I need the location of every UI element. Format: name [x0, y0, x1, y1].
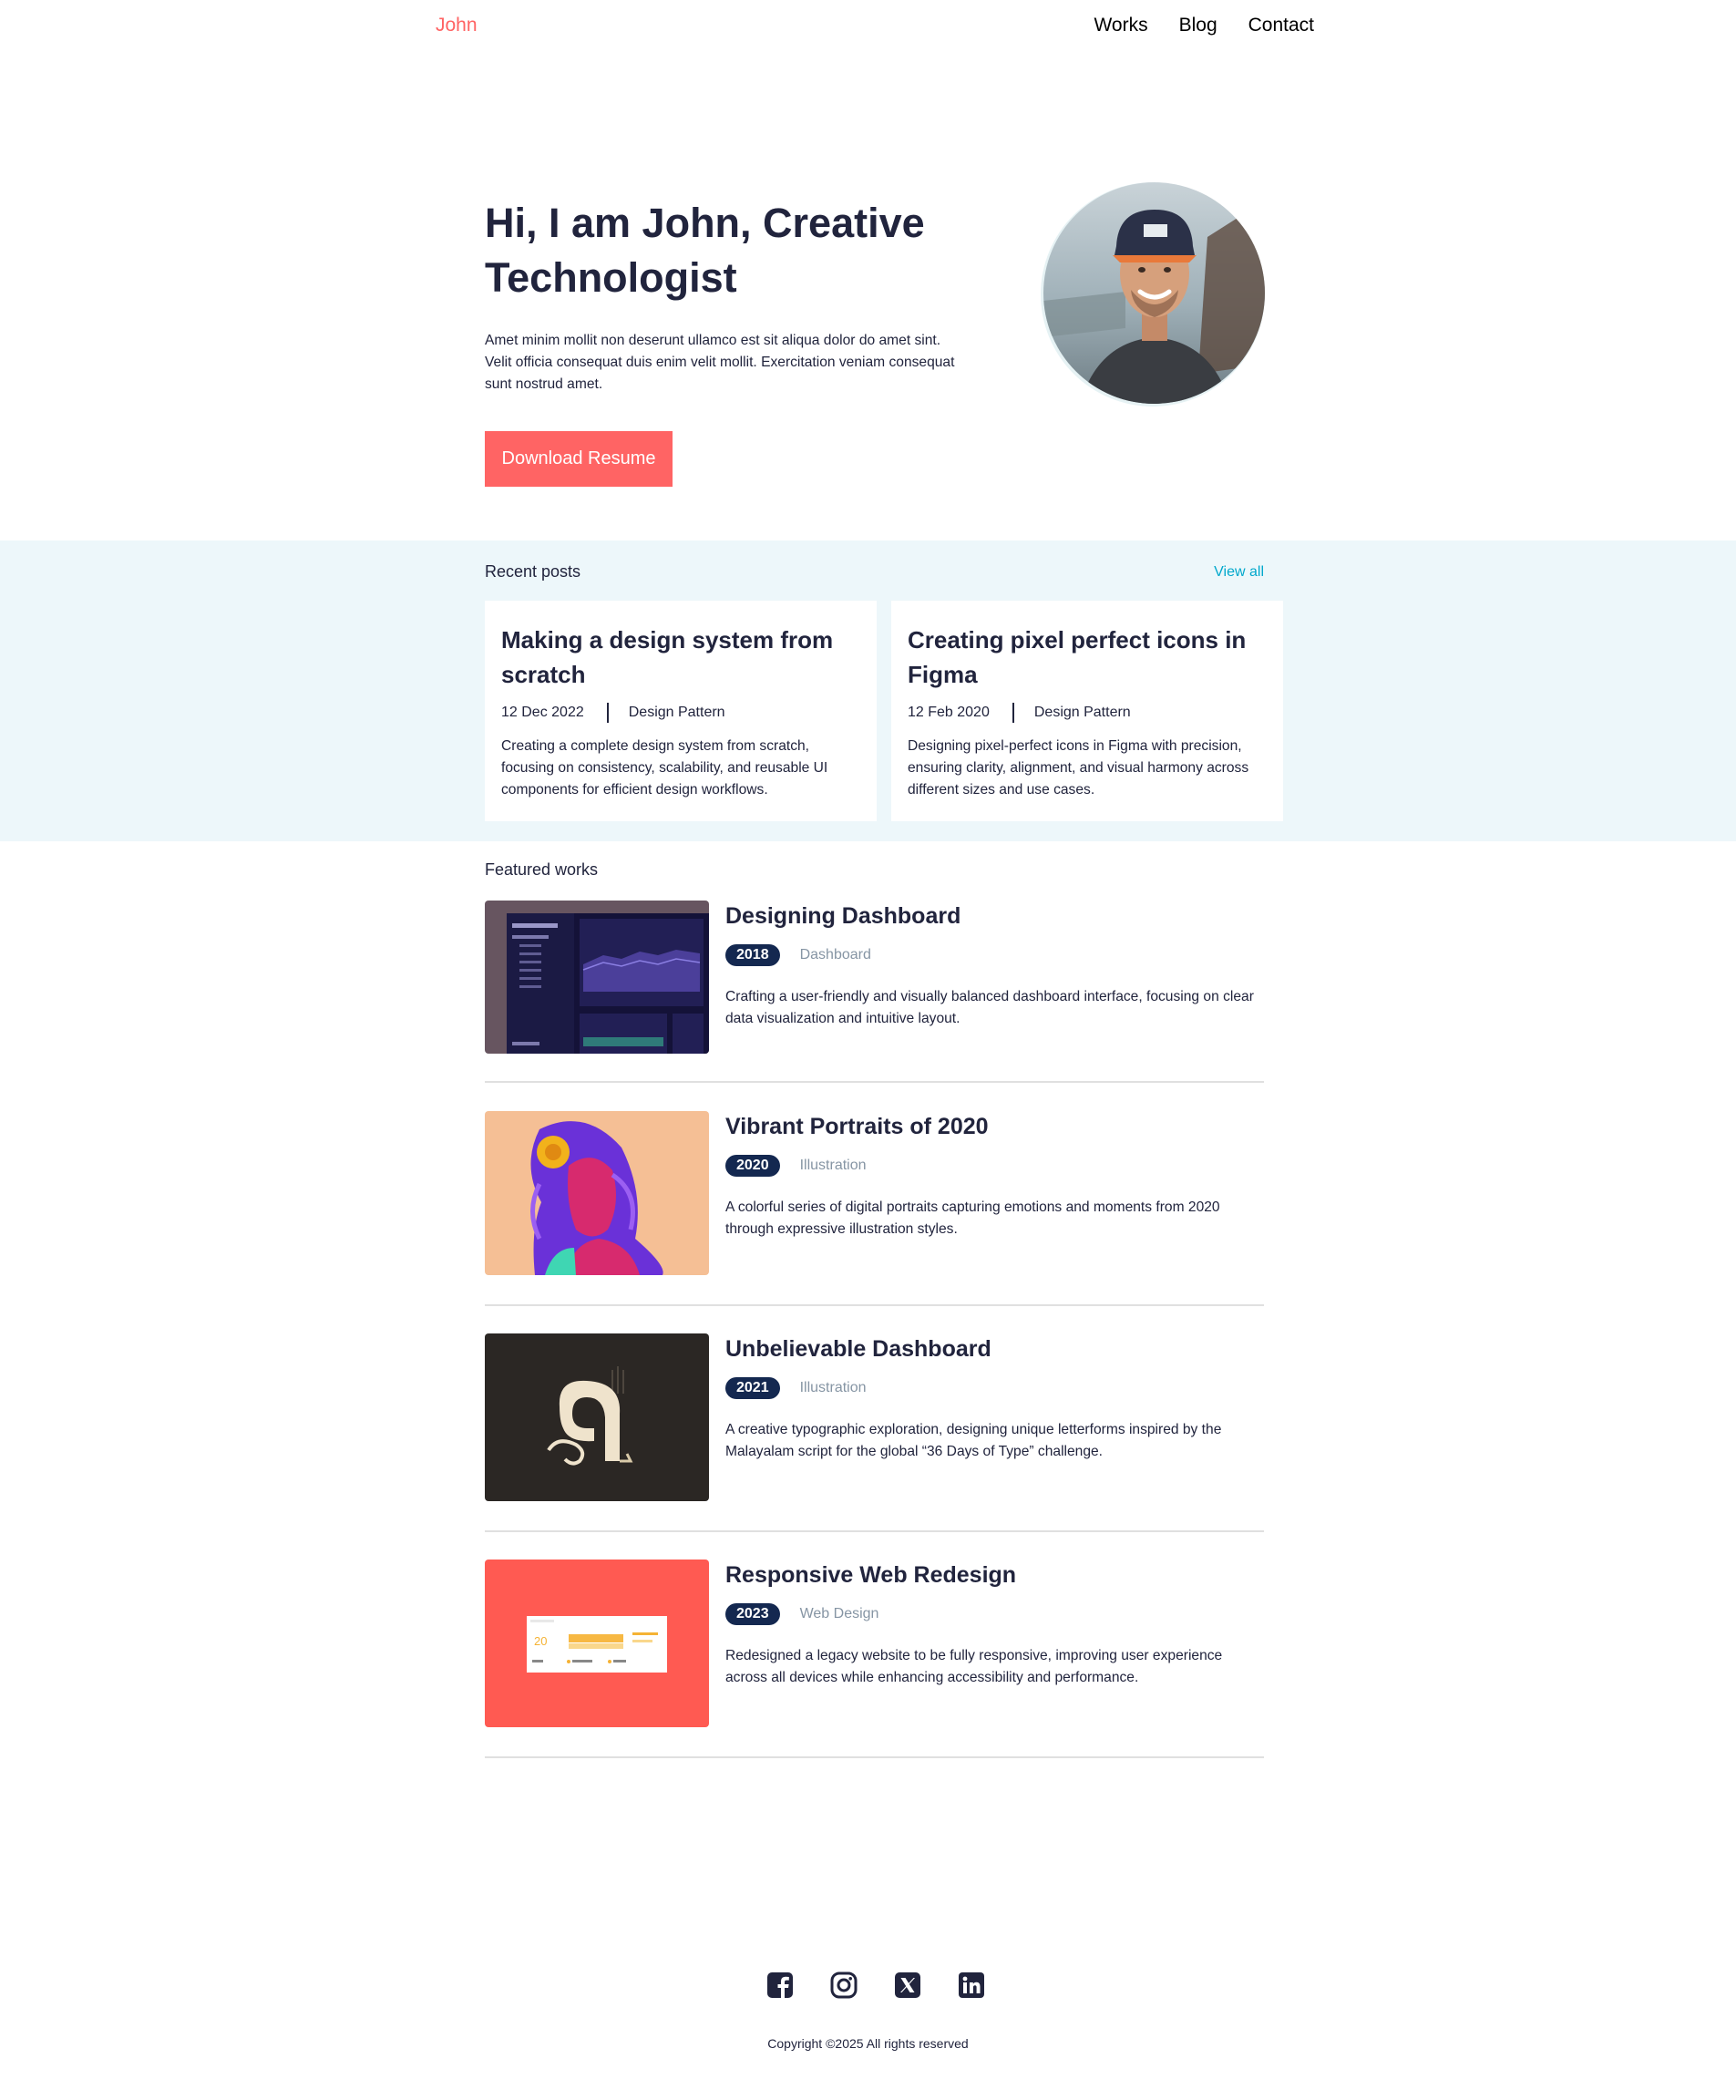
- year-badge: 2023: [725, 1603, 780, 1625]
- post-date: 12 Feb 2020: [908, 705, 990, 720]
- work-thumbnail-web-redesign[interactable]: 20: [485, 1560, 709, 1727]
- copyright-text: Copyright ©2025 All rights reserved: [767, 2036, 969, 2051]
- work-tags: 2021 Illustration: [725, 1377, 1263, 1399]
- recent-posts-section: Recent posts View all Making a design sy…: [0, 540, 1736, 841]
- view-all-link[interactable]: View all: [1214, 564, 1264, 581]
- work-description: A colorful series of digital portraits c…: [725, 1199, 1220, 1237]
- hero-title: Hi, I am John, Creative Technologist: [485, 200, 925, 301]
- work-title[interactable]: Unbelievable Dashboard: [725, 1333, 1263, 1364]
- post-excerpt: Designing pixel-perfect icons in Figma w…: [908, 738, 1249, 798]
- work-info: Vibrant Portraits of 2020 2020 Illustrat…: [725, 1111, 1263, 1240]
- work-category: Web Design: [799, 1606, 879, 1621]
- x-icon[interactable]: [893, 1971, 922, 2000]
- svg-text:20: 20: [534, 1634, 547, 1648]
- facebook-icon[interactable]: [765, 1971, 795, 2000]
- work-thumbnail-dashboard[interactable]: [485, 901, 709, 1054]
- work-category: Illustration: [799, 1380, 867, 1395]
- hero-section: Hi, I am John, Creative Technologist Ame…: [485, 182, 1265, 501]
- work-info: Unbelievable Dashboard 2021 Illustration…: [725, 1333, 1263, 1463]
- work-info: Responsive Web Redesign 2023 Web Design …: [725, 1560, 1263, 1689]
- year-badge: 2020: [725, 1155, 780, 1177]
- post-meta: 12 Dec 2022 Design Pattern: [501, 703, 860, 723]
- work-info: Designing Dashboard 2018 Dashboard Craft…: [725, 901, 1263, 1030]
- work-item[interactable]: Vibrant Portraits of 2020 2020 Illustrat…: [485, 1111, 1264, 1306]
- meta-divider: [606, 703, 609, 723]
- recent-posts-heading: Recent posts: [485, 562, 581, 581]
- main-nav: Works Blog Contact: [1094, 15, 1314, 36]
- post-category: Design Pattern: [628, 705, 725, 720]
- work-tags: 2023 Web Design: [725, 1603, 1263, 1625]
- post-card[interactable]: Making a design system from scratch 12 D…: [485, 601, 877, 821]
- work-tags: 2020 Illustration: [725, 1155, 1263, 1177]
- site-header: John Works Blog Contact: [0, 0, 1736, 55]
- post-meta: 12 Feb 2020 Design Pattern: [908, 703, 1267, 723]
- work-title[interactable]: Vibrant Portraits of 2020: [725, 1111, 1263, 1142]
- work-description: Redesigned a legacy website to be fully …: [725, 1648, 1223, 1685]
- year-badge: 2018: [725, 944, 780, 966]
- work-description: Crafting a user-friendly and visually ba…: [725, 989, 1254, 1026]
- avatar-ring: [1041, 182, 1265, 407]
- work-thumbnail-typography[interactable]: [485, 1333, 709, 1501]
- download-resume-button[interactable]: Download Resume: [485, 431, 673, 487]
- work-item[interactable]: Designing Dashboard 2018 Dashboard Craft…: [485, 901, 1264, 1083]
- year-badge: 2021: [725, 1377, 780, 1399]
- post-title[interactable]: Creating pixel perfect icons in Figma: [908, 623, 1267, 692]
- post-title[interactable]: Making a design system from scratch: [501, 623, 860, 692]
- post-card[interactable]: Creating pixel perfect icons in Figma 12…: [891, 601, 1283, 821]
- meta-divider: [1012, 703, 1014, 723]
- work-title[interactable]: Responsive Web Redesign: [725, 1560, 1263, 1590]
- work-item[interactable]: Unbelievable Dashboard 2021 Illustration…: [485, 1333, 1264, 1532]
- linkedin-icon[interactable]: [957, 1971, 986, 2000]
- featured-works-heading: Featured works: [485, 860, 599, 879]
- nav-contact[interactable]: Contact: [1248, 15, 1314, 36]
- work-category: Illustration: [799, 1158, 867, 1173]
- work-thumbnail-portrait[interactable]: [485, 1111, 709, 1275]
- post-category: Design Pattern: [1033, 705, 1131, 720]
- instagram-icon[interactable]: [829, 1971, 858, 2000]
- work-tags: 2018 Dashboard: [725, 944, 1263, 966]
- work-description: A creative typographic exploration, desi…: [725, 1422, 1222, 1459]
- nav-works[interactable]: Works: [1094, 15, 1147, 36]
- post-excerpt: Creating a complete design system from s…: [501, 738, 828, 798]
- social-links: [765, 1971, 986, 2000]
- avatar: [1043, 182, 1265, 404]
- work-category: Dashboard: [799, 947, 871, 962]
- work-item[interactable]: 20 Responsive Web Redesign 2023 Web Desi…: [485, 1560, 1264, 1758]
- hero-description: Amet minim mollit non deserunt ullamco e…: [485, 333, 955, 392]
- work-title[interactable]: Designing Dashboard: [725, 901, 1263, 932]
- logo[interactable]: John: [436, 15, 478, 36]
- post-date: 12 Dec 2022: [501, 705, 584, 720]
- nav-blog[interactable]: Blog: [1179, 15, 1217, 36]
